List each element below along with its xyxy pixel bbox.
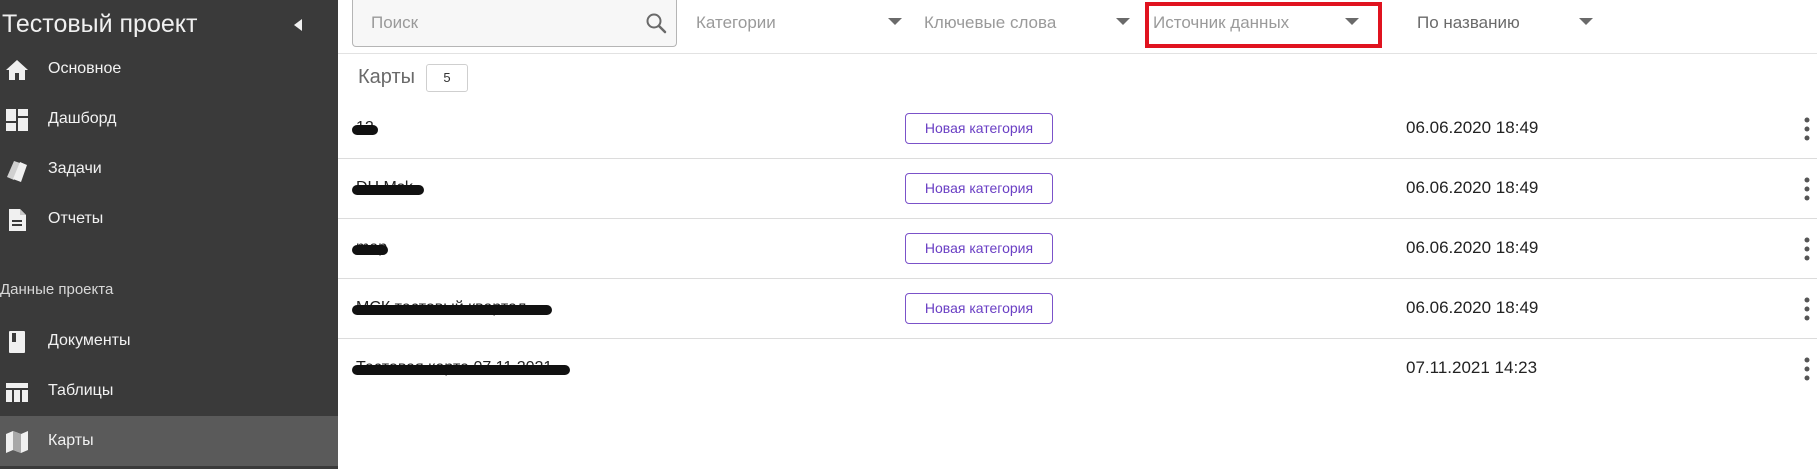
sidebar-item-label: Основное [48, 60, 122, 77]
chevron-down-icon [1345, 18, 1359, 25]
chevron-down-icon [888, 18, 902, 25]
category-badge[interactable]: Новая категория [905, 113, 1053, 144]
list-item[interactable]: Тестовая карта 07.11.2021 07.11.2021 14:… [338, 339, 1817, 399]
filter-toolbar: Категории Ключевые слова Источник данных… [338, 0, 1817, 54]
map-name[interactable]: Тестовая карта 07.11.2021 [356, 359, 552, 377]
table-icon [6, 383, 28, 402]
sidebar-item-reports[interactable]: Отчеты [0, 194, 338, 244]
chevron-down-icon [1579, 18, 1593, 25]
sort-by-name-dropdown[interactable]: По названию [1417, 0, 1607, 46]
data-source-filter-label: Источник данных [1153, 13, 1290, 32]
page-title: Карты [358, 66, 415, 88]
sort-label: По названию [1417, 13, 1520, 32]
sidebar-item-label: Задачи [48, 160, 102, 177]
home-icon [6, 60, 28, 80]
keywords-filter[interactable]: Ключевые слова [924, 0, 1134, 46]
maps-list: 12 Новая категория 06.06.2020 18:49 DH M… [338, 99, 1817, 399]
sidebar-item-label: Дашборд [48, 110, 117, 127]
more-vert-icon[interactable] [1802, 176, 1812, 202]
more-vert-icon[interactable] [1802, 116, 1812, 142]
category-badge[interactable]: Новая категория [905, 293, 1053, 324]
more-vert-icon[interactable] [1802, 296, 1812, 322]
sidebar-item-label: Отчеты [48, 210, 104, 227]
sidebar: Тестовый проект Основное Дашборд Задачи … [0, 0, 338, 469]
app: Тестовый проект Основное Дашборд Задачи … [0, 0, 1817, 469]
category-badge[interactable]: Новая категория [905, 173, 1053, 204]
map-name[interactable]: 12 [356, 119, 374, 137]
project-title: Тестовый проект [2, 10, 198, 38]
chevron-left-icon[interactable] [290, 16, 304, 34]
modified-date: 07.11.2021 14:23 [1406, 358, 1538, 377]
sidebar-item-tasks[interactable]: Задачи [0, 144, 338, 194]
map-name[interactable]: map [356, 239, 387, 257]
count-badge: 5 [426, 64, 468, 92]
search-icon[interactable] [645, 12, 667, 34]
dashboard-icon [6, 109, 28, 131]
keywords-filter-label: Ключевые слова [924, 13, 1057, 32]
search-box [352, 0, 677, 47]
tasks-icon [7, 161, 27, 182]
category-badge[interactable]: Новая категория [905, 233, 1053, 264]
sidebar-item-maps[interactable]: Карты [0, 416, 338, 466]
sidebar-item-label: Карты [48, 432, 94, 449]
sidebar-item-label: Таблицы [48, 382, 114, 399]
sidebar-item-label: Документы [48, 332, 131, 349]
category-filter-label: Категории [696, 13, 776, 32]
modified-date: 06.06.2020 18:49 [1406, 238, 1539, 257]
search-input[interactable] [371, 10, 611, 36]
list-item[interactable]: DH Msk Новая категория 06.06.2020 18:49 [338, 159, 1817, 219]
data-source-filter[interactable]: Источник данных [1153, 0, 1363, 46]
more-vert-icon[interactable] [1802, 236, 1812, 262]
list-item[interactable]: МСК тестовый квартал Новая категория 06.… [338, 279, 1817, 339]
chevron-down-icon [1116, 18, 1130, 25]
document-icon [9, 331, 25, 353]
map-name[interactable]: МСК тестовый квартал [356, 299, 526, 317]
sidebar-item-main[interactable]: Основное [0, 44, 338, 94]
more-vert-icon[interactable] [1802, 356, 1812, 382]
section-label-project-data: Данные проекта [0, 281, 114, 298]
map-icon [6, 431, 28, 453]
sidebar-item-dashboard[interactable]: Дашборд [0, 94, 338, 144]
list-item[interactable]: 12 Новая категория 06.06.2020 18:49 [338, 99, 1817, 159]
sidebar-item-documents[interactable]: Документы [0, 316, 338, 366]
category-filter[interactable]: Категории [696, 0, 906, 46]
modified-date: 06.06.2020 18:49 [1406, 118, 1539, 137]
sidebar-item-tables[interactable]: Таблицы [0, 366, 338, 416]
modified-date: 06.06.2020 18:49 [1406, 298, 1539, 317]
map-name[interactable]: DH Msk [356, 179, 413, 197]
list-item[interactable]: map Новая категория 06.06.2020 18:49 [338, 219, 1817, 279]
report-icon [9, 209, 26, 231]
modified-date: 06.06.2020 18:49 [1406, 178, 1539, 197]
